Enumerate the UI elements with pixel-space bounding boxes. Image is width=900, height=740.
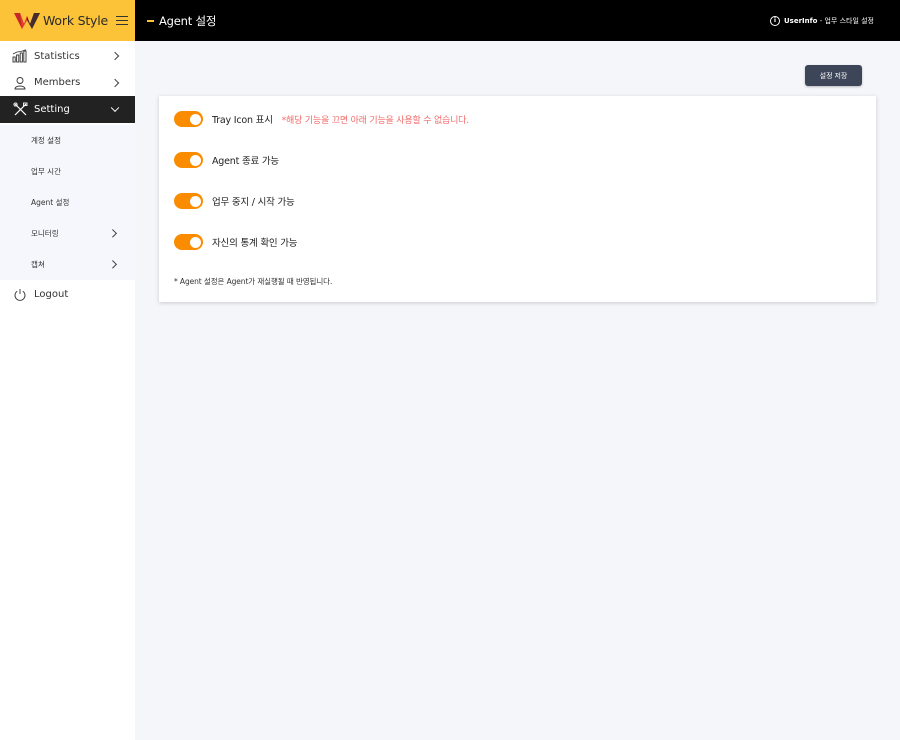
setting-label: 업무 중지 / 시작 가능 bbox=[212, 197, 295, 208]
brand-bar: Work Style bbox=[0, 0, 135, 41]
userinfo-label: UserInfo bbox=[783, 16, 818, 25]
info-icon: i bbox=[769, 15, 780, 26]
submenu-item-label: 계정 설정 bbox=[31, 135, 61, 145]
setting-row-work-pause: 업무 중지 / 시작 가능 bbox=[174, 193, 295, 209]
sidebar-item-label: Members bbox=[34, 77, 81, 89]
chevron-right-icon bbox=[110, 52, 120, 61]
setting-submenu: 계정 설정 업무 시간 Agent 설정 모니터링 캡쳐 bbox=[0, 124, 135, 280]
submenu-item-label: 캡쳐 bbox=[31, 259, 45, 269]
bar-chart-icon bbox=[12, 48, 28, 64]
brand-name: Work Style bbox=[43, 13, 109, 28]
page-title: Agent 설정 bbox=[159, 13, 217, 28]
chevron-right-icon bbox=[108, 260, 117, 268]
submenu-item-agent[interactable]: Agent 설정 bbox=[0, 187, 135, 218]
submenu-item-label: 업무 시간 bbox=[31, 166, 61, 176]
sidebar-item-label: Statistics bbox=[34, 50, 80, 62]
sidebar-item-setting[interactable]: Setting bbox=[0, 96, 135, 123]
submenu-item-label: Agent 설정 bbox=[31, 197, 70, 207]
chevron-right-icon bbox=[110, 78, 120, 87]
sidebar-item-logout[interactable]: Logout bbox=[0, 280, 135, 310]
work-style-logo-icon bbox=[14, 12, 40, 29]
hamburger-menu-icon[interactable] bbox=[116, 15, 129, 26]
sidebar-item-members[interactable]: Members bbox=[0, 70, 135, 97]
agent-settings-panel: Tray Icon 표시 *해당 기능을 끄면 아래 기능을 사용할 수 없습니… bbox=[159, 96, 876, 302]
setting-label: Agent 종료 가능 bbox=[212, 156, 279, 167]
title-accent-dash bbox=[147, 19, 154, 22]
submenu-item-account[interactable]: 계정 설정 bbox=[0, 125, 135, 156]
settings-note: * Agent 설정은 Agent가 재실행될 때 반영됩니다. bbox=[174, 277, 333, 286]
tools-icon bbox=[12, 101, 28, 117]
setting-row-view-stats: 자신의 통계 확인 가능 bbox=[174, 234, 298, 250]
tray-icon-toggle[interactable] bbox=[174, 111, 203, 127]
agent-exit-toggle[interactable] bbox=[174, 152, 203, 168]
sidebar-item-label: Logout bbox=[34, 289, 69, 300]
user-icon bbox=[12, 75, 28, 91]
setting-label: 자신의 통계 확인 가능 bbox=[212, 238, 298, 249]
setting-warning: *해당 기능을 끄면 아래 기능을 사용할 수 없습니다. bbox=[281, 115, 469, 126]
submenu-item-label: 모니터링 bbox=[31, 228, 59, 238]
sidebar-item-statistics[interactable]: Statistics bbox=[0, 43, 135, 70]
userinfo-separator: - bbox=[817, 16, 825, 25]
work-pause-toggle[interactable] bbox=[174, 193, 203, 209]
submenu-item-monitoring[interactable]: 모니터링 bbox=[0, 218, 135, 249]
setting-row-agent-exit: Agent 종료 가능 bbox=[174, 152, 279, 168]
userinfo-value: 업무 스타일 설정 bbox=[824, 16, 874, 25]
chevron-down-icon bbox=[110, 103, 120, 113]
setting-label: Tray Icon 표시 bbox=[212, 115, 273, 126]
top-bar: Agent 설정 i UserInfo - 업무 스타일 설정 bbox=[135, 0, 900, 41]
sidebar: Work Style Statistics Members Setting 계정… bbox=[0, 0, 135, 740]
power-icon bbox=[12, 287, 28, 303]
save-settings-button[interactable]: 설정 저장 bbox=[805, 65, 862, 86]
submenu-item-capture[interactable]: 캡쳐 bbox=[0, 249, 135, 280]
chevron-right-icon bbox=[108, 229, 117, 237]
user-info[interactable]: i UserInfo - 업무 스타일 설정 bbox=[769, 0, 874, 41]
sidebar-item-label: Setting bbox=[34, 103, 70, 115]
setting-row-tray-icon: Tray Icon 표시 *해당 기능을 끄면 아래 기능을 사용할 수 없습니… bbox=[174, 111, 469, 127]
view-stats-toggle[interactable] bbox=[174, 234, 203, 250]
submenu-item-work-hours[interactable]: 업무 시간 bbox=[0, 156, 135, 187]
